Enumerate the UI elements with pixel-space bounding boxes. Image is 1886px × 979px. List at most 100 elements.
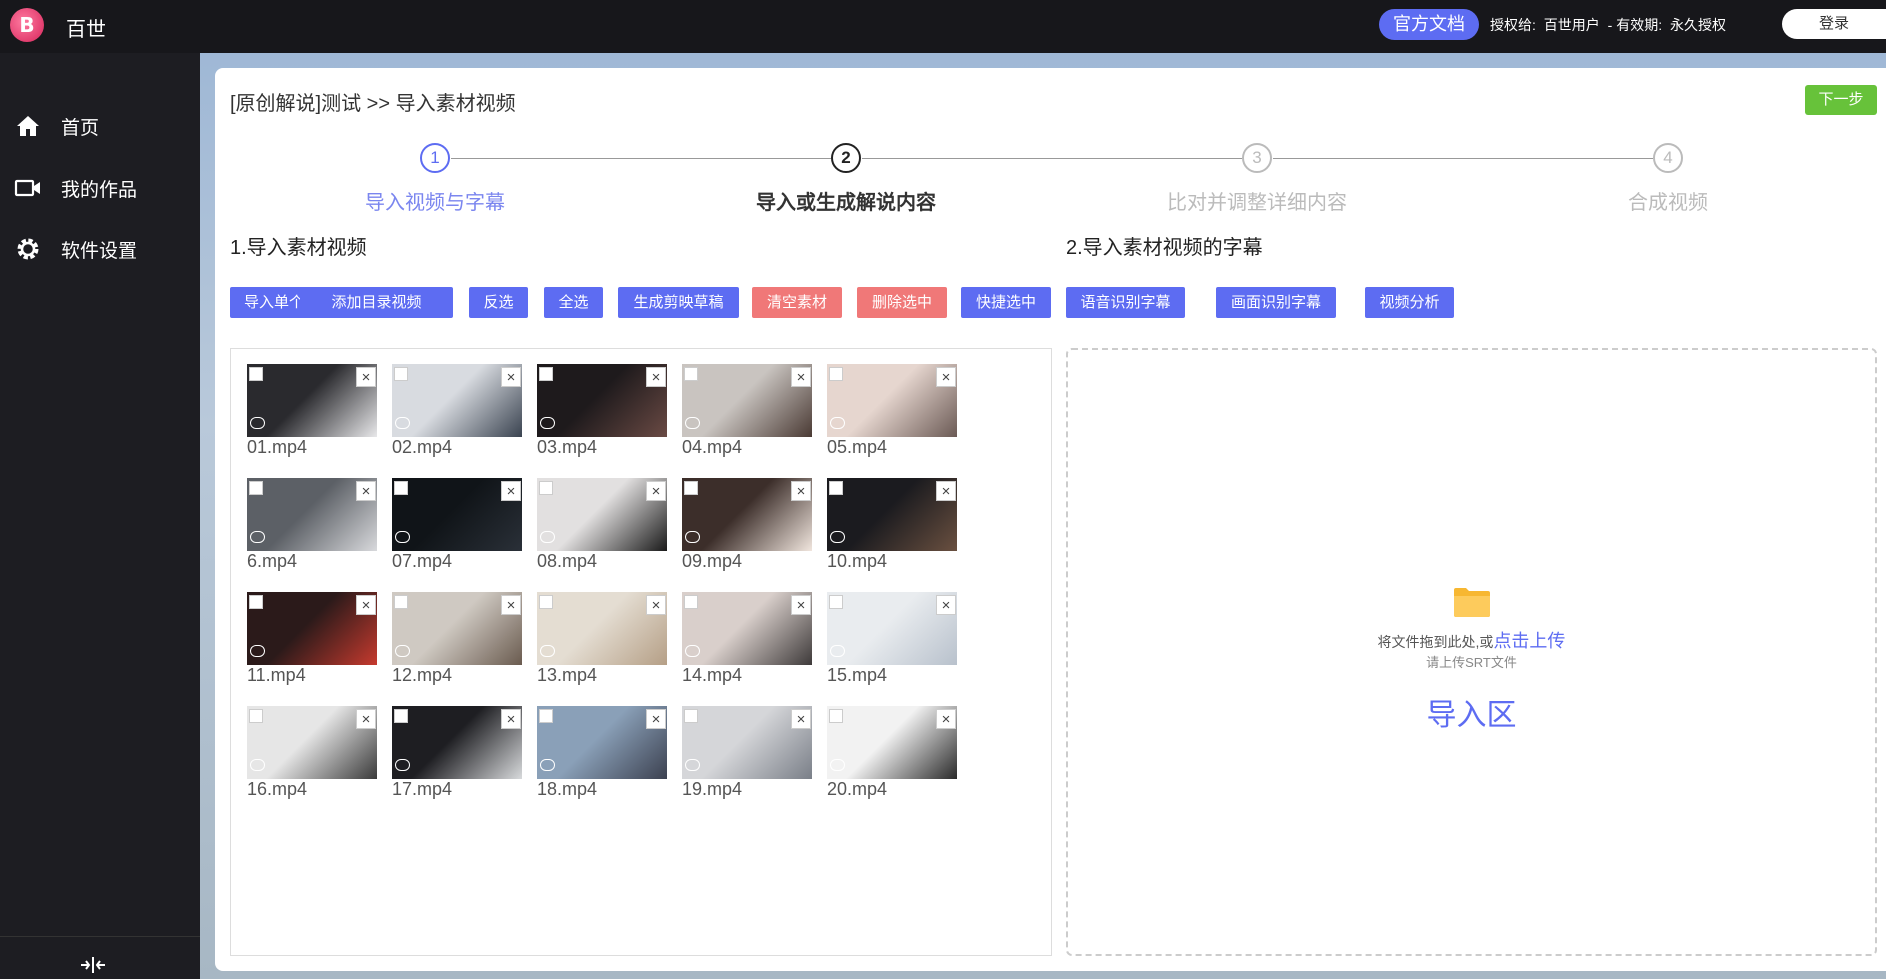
video-filename: 01.mp4 bbox=[247, 437, 308, 457]
cloud-icon bbox=[250, 759, 265, 771]
video-tile[interactable]: × 05.mp4 bbox=[827, 364, 957, 464]
remove-video-icon[interactable]: × bbox=[501, 595, 521, 615]
remove-video-icon[interactable]: × bbox=[936, 709, 956, 729]
breadcrumb: [原创解说]测试 >> 导入素材视频 bbox=[230, 93, 516, 115]
clear-assets-button[interactable]: 清空素材 bbox=[752, 287, 842, 318]
docs-button[interactable]: 官方文档 bbox=[1379, 9, 1479, 40]
remove-video-icon[interactable]: × bbox=[646, 709, 666, 729]
video-tile[interactable]: × 12.mp4 bbox=[392, 592, 522, 692]
section-video-title: 1.导入素材视频 bbox=[230, 237, 367, 259]
select-checkbox[interactable] bbox=[394, 709, 408, 723]
remove-video-icon[interactable]: × bbox=[646, 595, 666, 615]
select-all-button[interactable]: 全选 bbox=[544, 287, 603, 318]
select-checkbox[interactable] bbox=[829, 481, 843, 495]
video-tile[interactable]: × 01.mp4 bbox=[247, 364, 377, 464]
remove-video-icon[interactable]: × bbox=[646, 481, 666, 501]
step-connector bbox=[862, 158, 1242, 159]
select-checkbox[interactable] bbox=[394, 367, 408, 381]
sidebar-item-label: 首页 bbox=[61, 117, 100, 139]
video-tile[interactable]: × 6.mp4 bbox=[247, 478, 377, 578]
remove-video-icon[interactable]: × bbox=[356, 367, 376, 387]
login-button[interactable]: 登录 bbox=[1782, 9, 1886, 39]
remove-video-icon[interactable]: × bbox=[791, 481, 811, 501]
remove-video-icon[interactable]: × bbox=[936, 595, 956, 615]
collapse-icon[interactable] bbox=[78, 953, 108, 977]
video-tile[interactable]: × 09.mp4 bbox=[682, 478, 812, 578]
video-tile[interactable]: × 20.mp4 bbox=[827, 706, 957, 806]
video-tile[interactable]: × 07.mp4 bbox=[392, 478, 522, 578]
select-checkbox[interactable] bbox=[249, 595, 263, 609]
remove-video-icon[interactable]: × bbox=[501, 709, 521, 729]
invert-selection-button[interactable]: 反选 bbox=[469, 287, 528, 318]
cloud-icon bbox=[830, 417, 845, 429]
drop-instructions: 将文件拖到此处,或点击上传 bbox=[1066, 627, 1877, 653]
remove-video-icon[interactable]: × bbox=[791, 709, 811, 729]
select-checkbox[interactable] bbox=[684, 481, 698, 495]
video-tile[interactable]: × 03.mp4 bbox=[537, 364, 667, 464]
speech-recognition-button[interactable]: 语音识别字幕 bbox=[1066, 287, 1185, 318]
cloud-icon bbox=[830, 531, 845, 543]
step-3-indicator: 3 bbox=[1242, 143, 1272, 173]
remove-video-icon[interactable]: × bbox=[936, 367, 956, 387]
generate-draft-button[interactable]: 生成剪映草稿 bbox=[618, 287, 739, 318]
video-filename: 17.mp4 bbox=[392, 779, 453, 799]
select-checkbox[interactable] bbox=[829, 367, 843, 381]
sidebar-item-my-works[interactable]: 我的作品 bbox=[0, 163, 200, 213]
video-tile[interactable]: × 04.mp4 bbox=[682, 364, 812, 464]
select-checkbox[interactable] bbox=[249, 481, 263, 495]
add-folder-videos-button[interactable]: 添加目录视频 bbox=[300, 287, 453, 318]
quick-select-button[interactable]: 快捷选中 bbox=[961, 287, 1051, 318]
cloud-icon bbox=[395, 759, 410, 771]
video-tile[interactable]: × 08.mp4 bbox=[537, 478, 667, 578]
remove-video-icon[interactable]: × bbox=[936, 481, 956, 501]
remove-video-icon[interactable]: × bbox=[791, 367, 811, 387]
select-checkbox[interactable] bbox=[684, 709, 698, 723]
select-checkbox[interactable] bbox=[539, 595, 553, 609]
video-camera-icon bbox=[13, 173, 43, 203]
select-checkbox[interactable] bbox=[684, 595, 698, 609]
remove-video-icon[interactable]: × bbox=[646, 367, 666, 387]
select-checkbox[interactable] bbox=[249, 367, 263, 381]
select-checkbox[interactable] bbox=[684, 367, 698, 381]
video-filename: 18.mp4 bbox=[537, 779, 598, 799]
remove-video-icon[interactable]: × bbox=[501, 481, 521, 501]
sidebar-item-settings[interactable]: 软件设置 bbox=[0, 224, 200, 274]
select-checkbox[interactable] bbox=[539, 481, 553, 495]
video-tile[interactable]: × 16.mp4 bbox=[247, 706, 377, 806]
remove-video-icon[interactable]: × bbox=[356, 595, 376, 615]
image-recognition-button[interactable]: 画面识别字幕 bbox=[1216, 287, 1336, 318]
select-checkbox[interactable] bbox=[249, 709, 263, 723]
video-filename: 04.mp4 bbox=[682, 437, 743, 457]
gear-icon bbox=[13, 234, 43, 264]
cloud-icon bbox=[685, 531, 700, 543]
video-list-panel[interactable]: × 01.mp4 × 02.mp4 × 03.mp4 × 04.mp4 × 05.mp4 × 6.mp… bbox=[230, 348, 1052, 956]
remove-video-icon[interactable]: × bbox=[356, 481, 376, 501]
remove-video-icon[interactable]: × bbox=[791, 595, 811, 615]
video-filename: 19.mp4 bbox=[682, 779, 743, 799]
remove-video-icon[interactable]: × bbox=[501, 367, 521, 387]
select-checkbox[interactable] bbox=[829, 709, 843, 723]
section-subtitle-title: 2.导入素材视频的字幕 bbox=[1066, 237, 1263, 259]
video-tile[interactable]: × 10.mp4 bbox=[827, 478, 957, 578]
video-tile[interactable]: × 11.mp4 bbox=[247, 592, 377, 692]
video-tile[interactable]: × 19.mp4 bbox=[682, 706, 812, 806]
video-tile[interactable]: × 17.mp4 bbox=[392, 706, 522, 806]
select-checkbox[interactable] bbox=[394, 595, 408, 609]
video-analysis-button[interactable]: 视频分析 bbox=[1365, 287, 1454, 318]
video-tile[interactable]: × 14.mp4 bbox=[682, 592, 812, 692]
video-tile[interactable]: × 02.mp4 bbox=[392, 364, 522, 464]
upload-link[interactable]: 点击上传 bbox=[1493, 631, 1565, 651]
select-checkbox[interactable] bbox=[539, 709, 553, 723]
sidebar-item-label: 我的作品 bbox=[61, 179, 138, 201]
step-3-label: 比对并调整详细内容 bbox=[1167, 192, 1347, 214]
video-tile[interactable]: × 15.mp4 bbox=[827, 592, 957, 692]
sidebar-item-home[interactable]: 首页 bbox=[0, 101, 200, 151]
video-tile[interactable]: × 13.mp4 bbox=[537, 592, 667, 692]
next-step-button[interactable]: 下一步 bbox=[1805, 85, 1877, 115]
remove-video-icon[interactable]: × bbox=[356, 709, 376, 729]
select-checkbox[interactable] bbox=[394, 481, 408, 495]
delete-selected-button[interactable]: 删除选中 bbox=[857, 287, 947, 318]
select-checkbox[interactable] bbox=[539, 367, 553, 381]
select-checkbox[interactable] bbox=[829, 595, 843, 609]
video-tile[interactable]: × 18.mp4 bbox=[537, 706, 667, 806]
